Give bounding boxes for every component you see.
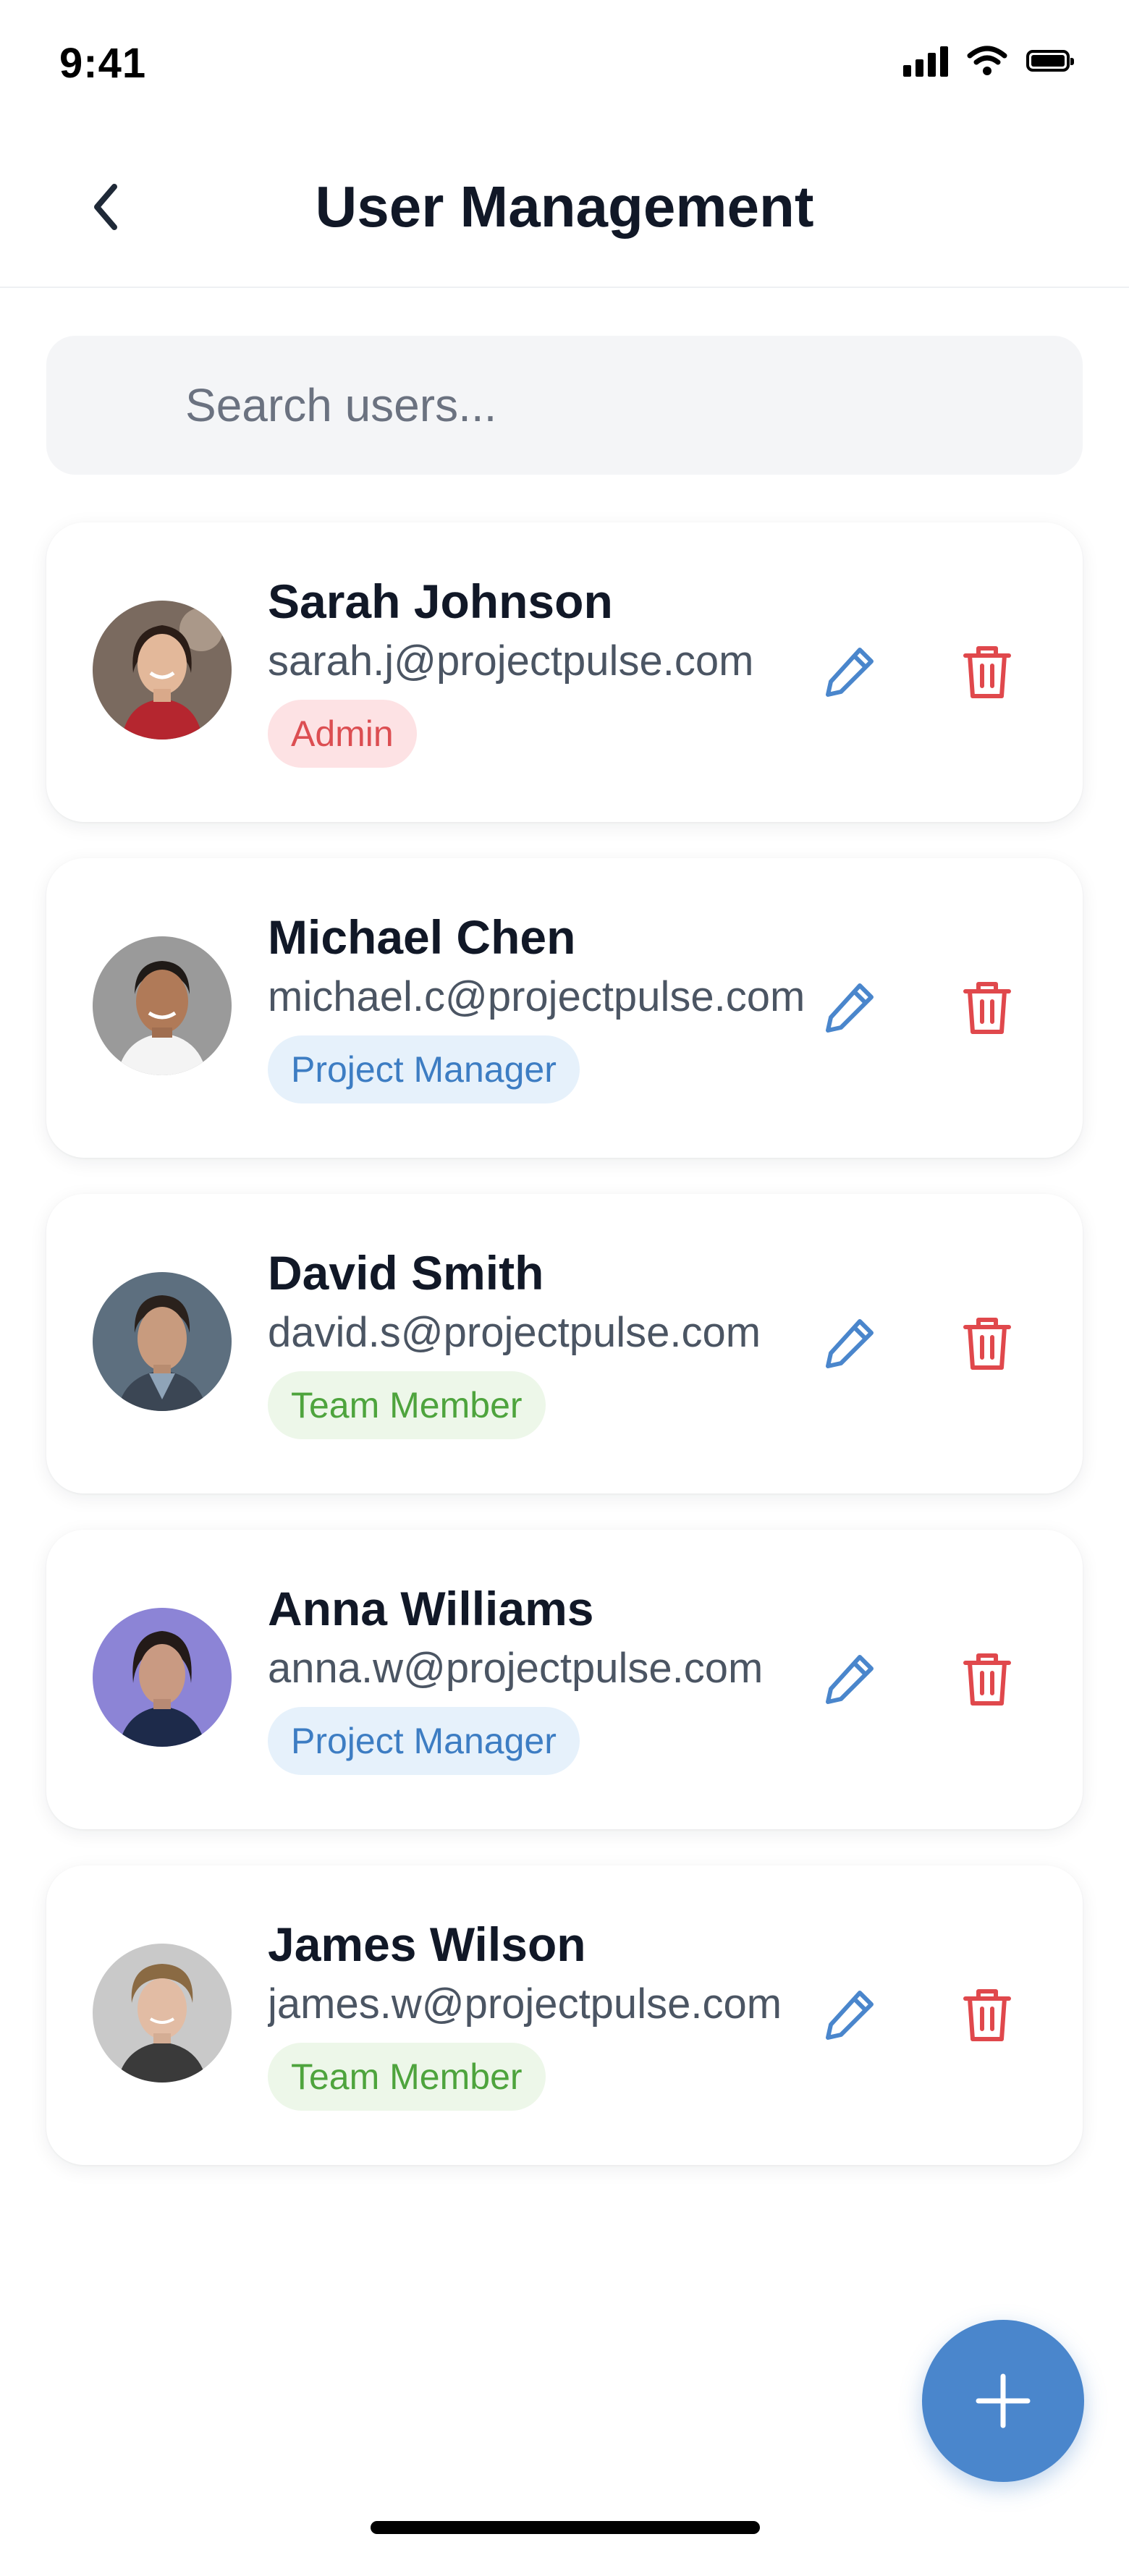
role-badge: Project Manager — [268, 1035, 580, 1103]
battery-level — [1031, 55, 1065, 67]
pencil-icon — [826, 648, 874, 697]
user-email: david.s@projectpulse.com — [268, 1309, 761, 1357]
user-name: David Smith — [268, 1246, 544, 1300]
user-card[interactable]: James Wilson james.w@projectpulse.com Te… — [46, 1865, 1083, 2165]
user-card[interactable]: David Smith david.s@projectpulse.com Tea… — [46, 1194, 1083, 1494]
user-email: sarah.j@projectpulse.com — [268, 637, 754, 685]
delete-user-button[interactable] — [951, 1643, 1023, 1715]
pencil-icon — [826, 983, 874, 1033]
delete-user-button[interactable] — [951, 1307, 1023, 1379]
battery-icon — [1026, 50, 1074, 72]
trash-icon — [963, 1318, 1011, 1370]
avatar — [93, 1944, 232, 2083]
trash-icon — [963, 646, 1011, 698]
user-name: Anna Williams — [268, 1582, 594, 1635]
user-email: anna.w@projectpulse.com — [268, 1645, 764, 1692]
user-info: Michael Chen michael.c@projectpulse.com … — [268, 909, 847, 1103]
role-badge: Project Manager — [268, 1706, 580, 1775]
status-icons — [903, 45, 1074, 77]
user-name: James Wilson — [268, 1918, 586, 1971]
user-info: James Wilson james.w@projectpulse.com Te… — [268, 1916, 847, 2111]
user-info: David Smith david.s@projectpulse.com Tea… — [268, 1245, 847, 1439]
edit-user-button[interactable] — [813, 1643, 886, 1715]
edit-user-button[interactable] — [813, 1307, 886, 1379]
role-badge: Admin — [268, 699, 417, 768]
home-indicator — [371, 2521, 760, 2534]
avatar — [93, 601, 232, 740]
status-time: 9:41 — [59, 40, 147, 87]
delete-user-button[interactable] — [951, 635, 1023, 708]
pencil-icon — [826, 1319, 874, 1368]
role-badge: Team Member — [268, 2042, 546, 2111]
user-name: Sarah Johnson — [268, 575, 613, 628]
edit-user-button[interactable] — [813, 1978, 886, 2051]
search-input[interactable] — [185, 378, 1083, 432]
add-user-button[interactable] — [922, 2320, 1084, 2482]
page-title: User Management — [315, 174, 814, 239]
role-badge: Team Member — [268, 1370, 546, 1439]
edit-user-button[interactable] — [813, 971, 886, 1043]
plus-icon — [976, 2373, 1031, 2428]
wifi-icon — [967, 46, 1007, 75]
avatar — [93, 1608, 232, 1747]
pencil-icon — [826, 1655, 874, 1704]
user-card[interactable]: Anna Williams anna.w@projectpulse.com Pr… — [46, 1530, 1083, 1829]
user-name: Michael Chen — [268, 910, 576, 964]
user-email: james.w@projectpulse.com — [268, 1980, 782, 2028]
delete-user-button[interactable] — [951, 1978, 1023, 2051]
pencil-icon — [826, 1991, 874, 2040]
user-card[interactable]: Sarah Johnson sarah.j@projectpulse.com A… — [46, 522, 1083, 822]
user-info: Sarah Johnson sarah.j@projectpulse.com A… — [268, 573, 847, 768]
avatar — [93, 1272, 232, 1411]
user-email: michael.c@projectpulse.com — [268, 973, 805, 1021]
search-bar[interactable] — [46, 336, 1083, 475]
trash-icon — [963, 982, 1011, 1034]
user-list: Sarah Johnson sarah.j@projectpulse.com A… — [46, 522, 1083, 2201]
status-bar: 9:41 — [0, 0, 1129, 123]
avatar — [93, 936, 232, 1075]
user-info: Anna Williams anna.w@projectpulse.com Pr… — [268, 1580, 847, 1775]
app-header: User Management — [0, 123, 1129, 288]
edit-user-button[interactable] — [813, 635, 886, 708]
signal-icon — [903, 45, 948, 77]
trash-icon — [963, 1989, 1011, 2041]
delete-user-button[interactable] — [951, 971, 1023, 1043]
trash-icon — [963, 1653, 1011, 1706]
user-card[interactable]: Michael Chen michael.c@projectpulse.com … — [46, 858, 1083, 1158]
